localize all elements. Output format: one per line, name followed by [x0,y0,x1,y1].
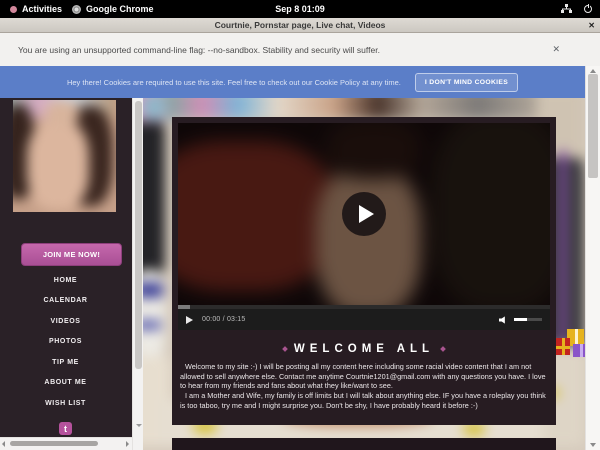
heading-decor-icon [440,346,446,352]
gift-icon [573,344,585,357]
scroll-down-icon[interactable] [136,424,142,427]
welcome-heading: WELCOME ALL [172,343,556,355]
scrollbar-thumb[interactable] [135,101,142,369]
scrollbar-thumb[interactable] [588,74,598,178]
window-close-icon[interactable]: ✕ [588,18,595,33]
welcome-paragraph: I am a Mother and Wife, my family is off… [180,391,548,410]
scroll-left-icon[interactable] [2,441,5,447]
scroll-down-icon[interactable] [590,443,596,447]
scroll-right-icon[interactable] [126,441,129,447]
sidebar-item-calendar[interactable]: CALENDAR [0,291,131,312]
sidebar-item-about-me[interactable]: ABOUT ME [0,373,131,394]
welcome-body: Welcome to my site :-) I will be posting… [180,362,548,411]
chrome-taskbar-label: Google Chrome [86,4,154,14]
sidebar-vertical-scrollbar[interactable] [132,98,143,450]
activities-indicator-icon [10,6,17,13]
power-icon[interactable] [584,5,592,13]
sidebar-item-home[interactable]: HOME [0,270,131,291]
volume-icon[interactable] [499,316,508,324]
activities-label: Activities [22,4,62,14]
warning-bar: You are using an unsupported command-lin… [0,33,600,66]
scroll-up-icon[interactable] [590,69,596,73]
sidebar-item-videos[interactable]: VIDEOS [0,311,131,332]
welcome-paragraph: Welcome to my site :-) I will be posting… [180,362,548,391]
chrome-taskbar-item[interactable]: Google Chrome [72,4,154,14]
play-overlay-button[interactable] [342,192,386,236]
desktop-screen: Activities Google Chrome Sep 8 01:09 Cou… [0,0,600,450]
volume-slider[interactable] [527,318,542,321]
heading-decor-icon [282,346,288,352]
sidebar-item-photos[interactable]: PHOTOS [0,332,131,353]
window-title: Courtnie, Pornstar page, Live chat, Vide… [215,20,386,30]
video-time: 00:00 / 03:15 [202,316,245,323]
window-titlebar: Courtnie, Pornstar page, Live chat, Vide… [0,18,600,33]
network-icon[interactable] [561,4,572,14]
sidebar-item-tip-me[interactable]: TIP ME [0,352,131,373]
video-player[interactable]: 00:00 / 03:15 [178,123,550,330]
cookie-accept-button[interactable]: I DON'T MIND COOKIES [415,73,518,92]
clock-label[interactable]: Sep 8 01:09 [275,4,325,14]
lower-panel [172,438,556,450]
warning-close-icon[interactable]: ✕ [552,44,560,55]
sidebar-item-wish-list[interactable]: WISH LIST [0,393,131,414]
twitter-icon[interactable]: t [59,422,72,435]
activities-button[interactable]: Activities [10,4,62,14]
play-icon [359,205,374,223]
scrollbar-thumb[interactable] [10,441,98,446]
sidebar-nav: HOME CALENDAR VIDEOS PHOTOS TIP ME ABOUT… [0,270,131,414]
page-scrollbar[interactable] [585,66,600,450]
cookie-banner: Hey there! Cookies are required to use t… [0,66,585,98]
warning-text: You are using an unsupported command-lin… [18,45,380,55]
video-play-button[interactable] [186,316,193,324]
content-panel: 00:00 / 03:15 WELCOME ALL Welcome to my … [172,117,556,425]
gift-icon [555,338,570,355]
join-now-button[interactable]: JOIN ME NOW! [21,243,122,266]
gnome-top-bar: Activities Google Chrome Sep 8 01:09 [0,0,600,18]
profile-photo [13,100,116,212]
sidebar: JOIN ME NOW! HOME CALENDAR VIDEOS PHOTOS… [0,98,132,437]
sidebar-horizontal-scrollbar[interactable] [0,437,132,450]
welcome-heading-text: WELCOME ALL [294,343,434,355]
cookie-message: Hey there! Cookies are required to use t… [67,78,401,87]
video-controls: 00:00 / 03:15 [178,309,550,330]
chrome-icon [72,5,81,14]
volume-level[interactable] [514,318,527,321]
